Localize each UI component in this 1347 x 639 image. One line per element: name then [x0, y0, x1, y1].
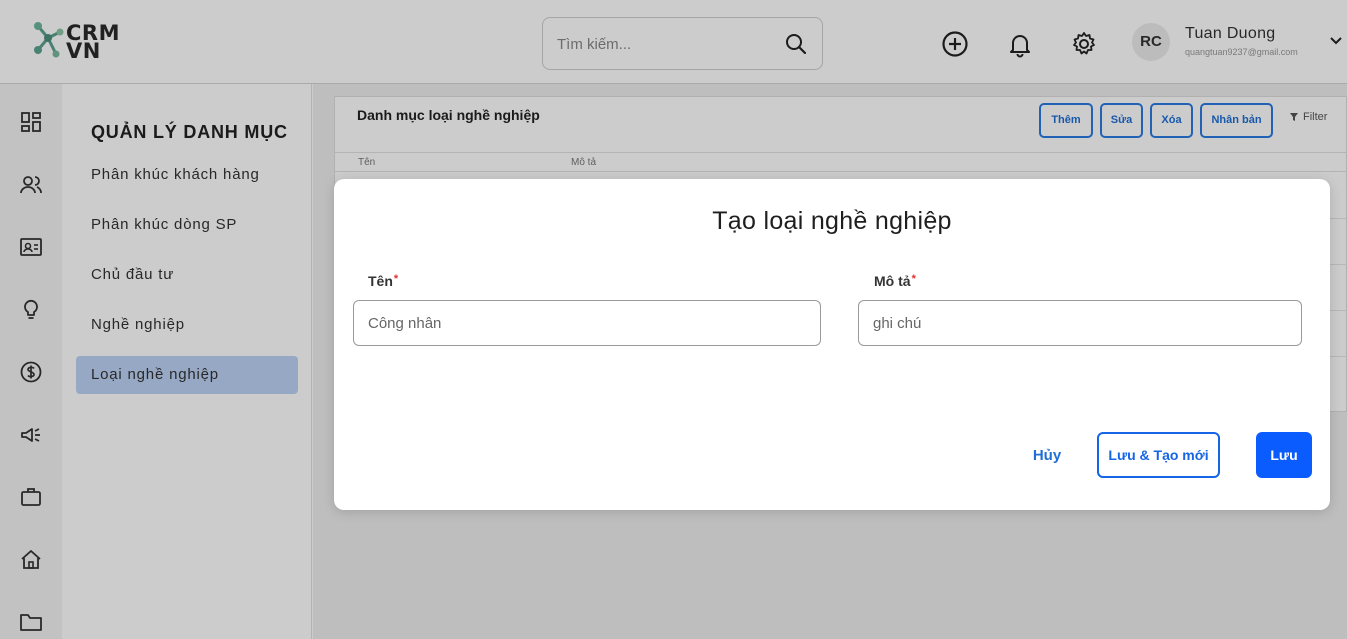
dialog-title: Tạo loại nghề nghiệp: [712, 207, 952, 235]
name-field-label: Tên*: [368, 273, 398, 289]
cancel-button[interactable]: Hủy: [1021, 432, 1073, 478]
description-label-text: Mô tả: [874, 273, 911, 289]
required-marker: *: [393, 273, 399, 285]
name-input[interactable]: [353, 300, 821, 346]
save-and-new-button[interactable]: Lưu & Tạo mới: [1097, 432, 1220, 478]
save-button[interactable]: Lưu: [1256, 432, 1312, 478]
create-occupation-type-dialog: Tạo loại nghề nghiệp Tên* Mô tả* Hủy Lưu…: [334, 179, 1330, 510]
required-marker: *: [911, 273, 916, 285]
description-input[interactable]: [858, 300, 1302, 346]
description-field-label: Mô tả*: [874, 273, 916, 289]
name-label-text: Tên: [368, 273, 393, 289]
